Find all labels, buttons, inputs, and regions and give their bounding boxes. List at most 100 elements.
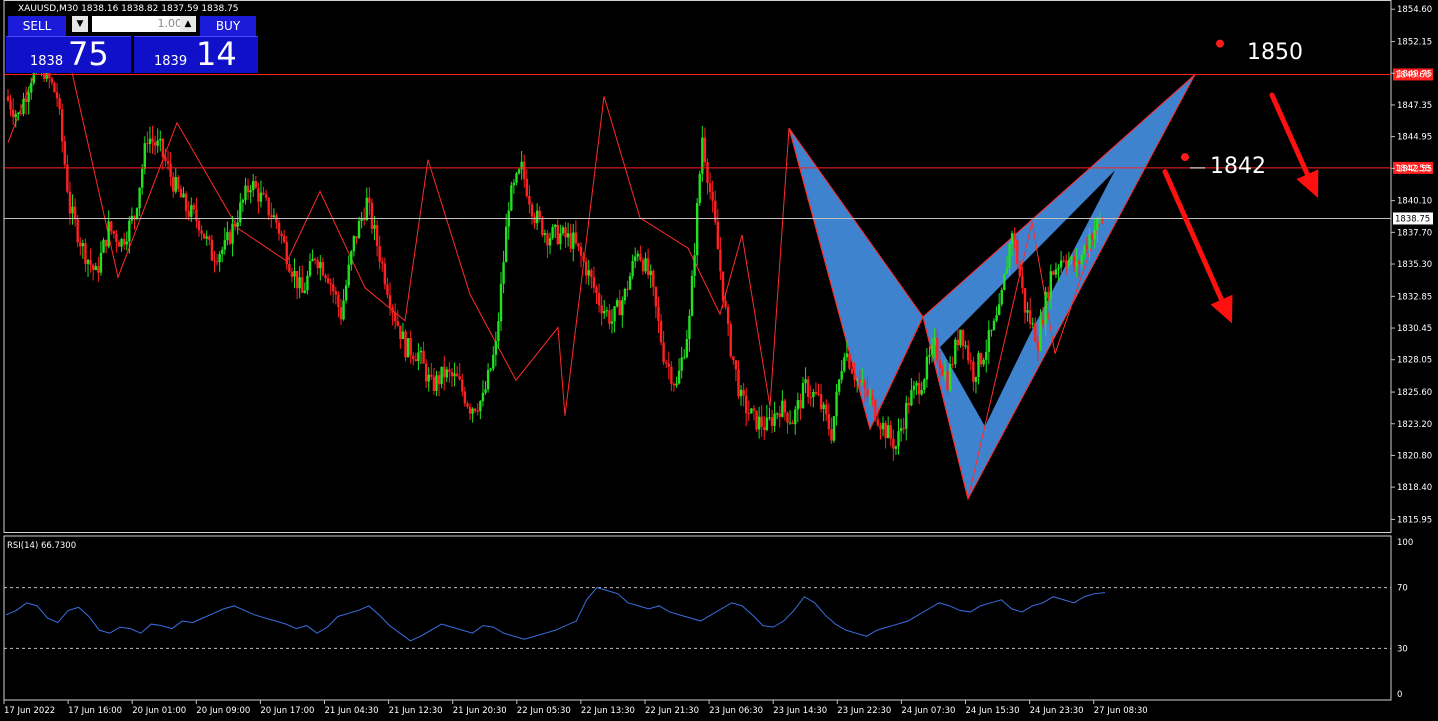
one-click-trading-panel: SELL ▼ 1.00 ▲ BUY 1838 75 1839 14: [6, 14, 258, 73]
candle-body: [143, 143, 147, 169]
candle-body: [677, 370, 681, 384]
candle-body: [541, 217, 544, 236]
candle-body: [303, 290, 307, 293]
candle-body: [27, 92, 30, 102]
candle-body: [94, 266, 97, 270]
candle-body: [928, 355, 931, 357]
candle-body: [631, 261, 634, 277]
candle-body: [569, 233, 572, 249]
candle-body: [19, 112, 23, 114]
candles: [6, 53, 1104, 461]
y-tick-label: 1852.15: [1397, 38, 1432, 48]
candle-body: [987, 330, 991, 352]
candle-body: [786, 412, 789, 423]
candle-body: [370, 202, 374, 229]
candle-body: [120, 238, 123, 247]
candle-body: [71, 206, 74, 214]
candle-body: [876, 419, 880, 426]
y-tick-label: 1823.20: [1397, 420, 1432, 430]
candle-body: [476, 410, 479, 412]
candle-body: [412, 355, 415, 360]
harmonic-triangle-bcd: [922, 74, 1196, 501]
candle-body: [135, 208, 139, 219]
candle-body: [825, 404, 828, 415]
candle-body: [512, 182, 516, 186]
candle-body: [461, 379, 464, 392]
x-tick-label: 20 Jun 01:00: [132, 706, 186, 716]
candle-body: [799, 400, 802, 409]
candle-body: [868, 395, 872, 397]
candle-body: [197, 220, 201, 231]
candle-body: [30, 83, 33, 93]
lot-increase-button[interactable]: ▲: [180, 16, 196, 32]
candle-body: [856, 379, 859, 381]
candle-body: [373, 225, 376, 229]
y-tick-label: 1854.60: [1397, 5, 1432, 15]
candle-body: [282, 236, 286, 243]
candle-body: [489, 368, 492, 371]
candle-body: [639, 253, 642, 260]
candle-body: [1062, 260, 1065, 262]
sell-price[interactable]: 1838 75: [6, 35, 131, 73]
candle-body: [17, 112, 20, 115]
candle-body: [636, 253, 640, 257]
candle-body: [817, 393, 820, 395]
candle-body: [933, 338, 936, 345]
y-tick-label: 1847.35: [1397, 101, 1432, 111]
rsi-tick-label: 100: [1397, 538, 1413, 548]
candle-body: [848, 353, 851, 369]
candle-body: [716, 221, 720, 250]
candle-body: [252, 180, 255, 191]
rsi-pane-frame: [3, 535, 1392, 701]
sell-button[interactable]: SELL: [8, 16, 66, 36]
candle-body: [1052, 271, 1055, 275]
candle-body: [905, 402, 908, 429]
candle-body: [200, 230, 203, 234]
candle-body: [350, 251, 353, 265]
candle-body: [801, 383, 805, 409]
candle-body: [881, 422, 885, 430]
candle-body: [1085, 245, 1089, 249]
candle-body: [845, 353, 849, 358]
x-tick-label: 23 Jun 22:30: [837, 706, 891, 716]
candle-body: [587, 270, 590, 276]
y-tick-label: 1842.55: [1397, 164, 1432, 174]
candle-body: [32, 71, 36, 84]
candle-body: [1023, 288, 1027, 313]
candle-body: [739, 389, 743, 397]
candle-body: [773, 413, 776, 426]
candle-body: [262, 192, 265, 195]
candle-body: [889, 425, 892, 439]
candle-body: [213, 260, 216, 262]
buy-price[interactable]: 1839 14: [134, 35, 258, 73]
candle-body: [783, 400, 787, 413]
candle-body: [747, 413, 750, 415]
y-tick-label: 1818.40: [1397, 483, 1432, 493]
candle-body: [1026, 310, 1029, 313]
candle-body: [339, 307, 343, 320]
candle-body: [319, 262, 322, 269]
candle-body: [192, 205, 196, 210]
lot-size-field[interactable]: 1.00: [92, 16, 186, 32]
candle-body: [703, 137, 707, 163]
candle-body: [866, 388, 869, 397]
candle-body: [995, 315, 998, 321]
candle-body: [1080, 254, 1083, 265]
candle-body: [277, 222, 281, 234]
candle-body: [66, 164, 69, 192]
candle-body: [1003, 273, 1006, 290]
candle-body: [270, 215, 273, 218]
candle-body: [874, 399, 877, 420]
candle-body: [695, 203, 699, 256]
candle-body: [164, 157, 167, 162]
y-tick-label: 1828.05: [1397, 356, 1432, 366]
symbol-header: XAUUSD,M30 1838.16 1838.82 1837.59 1838.…: [18, 4, 239, 14]
candle-body: [768, 417, 771, 419]
lot-decrease-button[interactable]: ▼: [72, 16, 88, 32]
candle-body: [590, 270, 593, 278]
buy-button[interactable]: BUY: [200, 16, 256, 36]
candle-body: [221, 249, 224, 255]
candle-body: [621, 300, 624, 316]
candle-body: [73, 206, 77, 220]
candle-body: [990, 329, 993, 331]
